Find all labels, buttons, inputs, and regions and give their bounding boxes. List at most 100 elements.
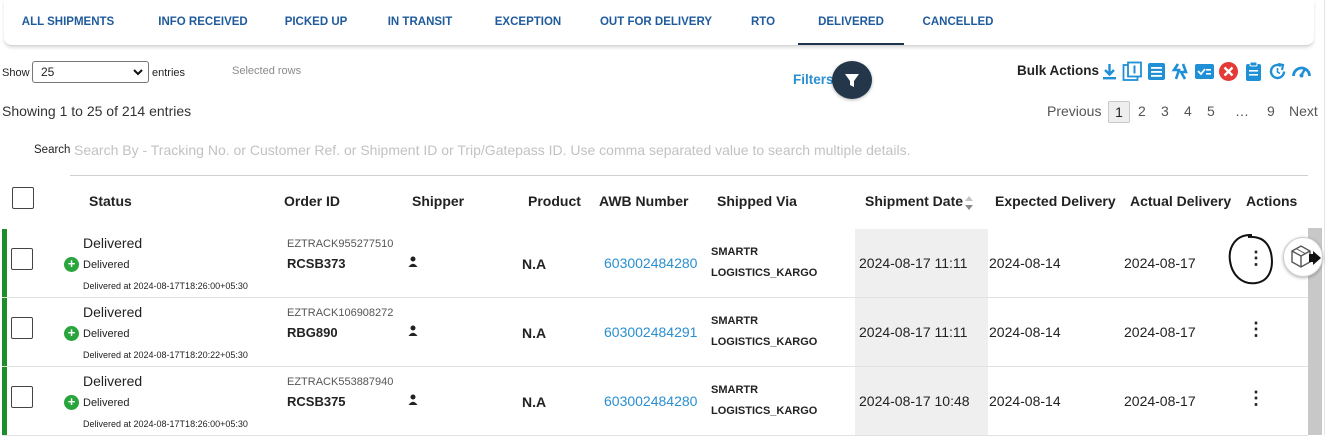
col-shipped-via[interactable]: Shipped Via bbox=[717, 193, 797, 209]
speed-icon[interactable] bbox=[1291, 61, 1312, 82]
tab-all-shipments[interactable]: ALL SHIPMENTS bbox=[10, 0, 126, 44]
pagination-page-3[interactable]: 3 bbox=[1161, 103, 1169, 119]
shipment-date: 2024-08-17 11:11 bbox=[859, 255, 968, 271]
tab-delivered[interactable]: DELIVERED bbox=[798, 0, 904, 45]
pagination-previous[interactable]: Previous bbox=[1047, 103, 1101, 119]
order-ref: EZTRACK553887940 bbox=[287, 376, 394, 388]
tab-info-received[interactable]: INFO RECEIVED bbox=[149, 0, 257, 44]
more-actions-icon[interactable]: ⋮ bbox=[1247, 320, 1265, 338]
page-scrollbar[interactable] bbox=[1324, 0, 1334, 435]
hand-drawn-circle-annotation bbox=[1228, 233, 1273, 285]
clipboard-icon[interactable] bbox=[1243, 61, 1264, 82]
add-circle-icon[interactable]: + bbox=[64, 257, 79, 272]
col-expected-delivery[interactable]: Expected Delivery bbox=[995, 193, 1116, 209]
person-icon bbox=[408, 392, 418, 410]
awb-link[interactable]: 603002484291 bbox=[604, 324, 697, 340]
page-size-select[interactable]: 25 bbox=[32, 61, 149, 83]
col-awb-number[interactable]: AWB Number bbox=[599, 193, 688, 209]
table-row: Delivered + Delivered Delivered at 2024-… bbox=[2, 229, 1308, 298]
funnel-icon bbox=[832, 74, 872, 103]
awb-link[interactable]: 603002484280 bbox=[604, 255, 697, 271]
download-icon[interactable] bbox=[1099, 61, 1120, 82]
filter-button[interactable] bbox=[832, 61, 872, 99]
refresh-icon[interactable] bbox=[1267, 61, 1288, 82]
more-actions-icon[interactable]: ⋮ bbox=[1247, 389, 1265, 407]
row-checkbox[interactable] bbox=[11, 317, 33, 339]
search-label: Search bbox=[34, 144, 71, 156]
check-card-icon[interactable] bbox=[1194, 61, 1215, 82]
table-row: Delivered + Delivered Delivered at 2024-… bbox=[2, 367, 1308, 436]
col-actual-delivery[interactable]: Actual Delivery bbox=[1130, 193, 1231, 209]
delivered-at: Delivered at 2024-08-17T18:20:22+05:30 bbox=[83, 350, 248, 360]
person-icon bbox=[408, 254, 418, 272]
shipped-via-line1: SMARTR bbox=[711, 315, 759, 327]
pagination-next[interactable]: Next bbox=[1289, 103, 1318, 119]
col-order-id[interactable]: Order ID bbox=[284, 193, 340, 209]
pagination-page-2[interactable]: 2 bbox=[1138, 103, 1146, 119]
entries-label: entries bbox=[152, 67, 186, 79]
status-title: Delivered bbox=[83, 304, 143, 320]
product: N.A bbox=[522, 325, 547, 341]
bulk-actions-label: Bulk Actions bbox=[1017, 63, 1100, 78]
col-shipment-date[interactable]: Shipment Date bbox=[865, 193, 963, 209]
tab-out-for-delivery[interactable]: OUT FOR DELIVERY bbox=[594, 0, 718, 44]
select-all-checkbox[interactable] bbox=[12, 187, 34, 209]
package-export-button[interactable] bbox=[1283, 237, 1323, 277]
shipped-via-line2: LOGISTICS_KARGO bbox=[711, 405, 818, 417]
list-icon[interactable] bbox=[1146, 61, 1167, 82]
chevron-down-icon bbox=[133, 62, 143, 88]
entries-summary: Showing 1 to 25 of 214 entries bbox=[2, 103, 192, 119]
shipment-date: 2024-08-17 10:48 bbox=[859, 393, 970, 409]
sort-icon[interactable] bbox=[963, 195, 975, 214]
row-checkbox[interactable] bbox=[11, 248, 33, 270]
add-circle-icon[interactable]: + bbox=[64, 395, 79, 410]
pagination-page-4[interactable]: 4 bbox=[1184, 103, 1192, 119]
pagination-page-9[interactable]: 9 bbox=[1267, 103, 1275, 119]
cancel-icon[interactable] bbox=[1218, 61, 1239, 82]
status-indicator-bar bbox=[2, 298, 7, 366]
add-circle-icon[interactable]: + bbox=[64, 326, 79, 341]
order-ref: EZTRACK106908272 bbox=[287, 307, 394, 319]
sync-icon[interactable] bbox=[1170, 61, 1191, 82]
single-label-icon[interactable] bbox=[1122, 61, 1143, 82]
order-id: RCSB373 bbox=[287, 256, 346, 271]
show-label: Show bbox=[2, 67, 30, 79]
tab-picked-up[interactable]: PICKED UP bbox=[276, 0, 356, 44]
pagination-page-1[interactable]: 1 bbox=[1108, 101, 1130, 123]
actual-delivery: 2024-08-17 bbox=[1124, 255, 1196, 271]
status-indicator-bar bbox=[2, 367, 7, 435]
shipped-via-line1: SMARTR bbox=[711, 246, 759, 258]
order-id: RBG890 bbox=[287, 325, 338, 340]
awb-link[interactable]: 603002484280 bbox=[604, 393, 697, 409]
delivered-at: Delivered at 2024-08-17T18:26:00+05:30 bbox=[83, 419, 248, 429]
product: N.A bbox=[522, 394, 547, 410]
col-product[interactable]: Product bbox=[528, 193, 581, 209]
actual-delivery: 2024-08-17 bbox=[1124, 324, 1196, 340]
shipped-via-line2: LOGISTICS_KARGO bbox=[711, 267, 818, 279]
col-status[interactable]: Status bbox=[89, 193, 132, 209]
expected-delivery: 2024-08-14 bbox=[989, 393, 1061, 409]
table-header-divider bbox=[70, 175, 1308, 176]
actual-delivery: 2024-08-17 bbox=[1124, 393, 1196, 409]
order-ref: EZTRACK955277510 bbox=[287, 238, 394, 250]
tab-rto[interactable]: RTO bbox=[742, 0, 784, 44]
shipped-via-line2: LOGISTICS_KARGO bbox=[711, 336, 818, 348]
status-subtitle: Delivered bbox=[83, 328, 130, 340]
tab-exception[interactable]: EXCEPTION bbox=[488, 0, 568, 44]
expected-delivery: 2024-08-14 bbox=[989, 255, 1061, 271]
status-title: Delivered bbox=[83, 235, 143, 251]
page-size-value: 25 bbox=[41, 65, 55, 79]
pagination-page-5[interactable]: 5 bbox=[1207, 103, 1215, 119]
expected-delivery: 2024-08-14 bbox=[989, 324, 1061, 340]
filters-label[interactable]: Filters bbox=[793, 72, 834, 87]
tab-in-transit[interactable]: IN TRANSIT bbox=[380, 0, 460, 44]
row-checkbox[interactable] bbox=[11, 386, 33, 408]
status-subtitle: Delivered bbox=[83, 397, 130, 409]
search-input[interactable] bbox=[72, 140, 976, 160]
product: N.A bbox=[522, 256, 547, 272]
table-row: Delivered + Delivered Delivered at 2024-… bbox=[2, 298, 1308, 367]
shipped-via-line1: SMARTR bbox=[711, 384, 759, 396]
status-title: Delivered bbox=[83, 373, 143, 389]
col-shipper[interactable]: Shipper bbox=[412, 193, 464, 209]
tab-cancelled[interactable]: CANCELLED bbox=[918, 0, 998, 44]
